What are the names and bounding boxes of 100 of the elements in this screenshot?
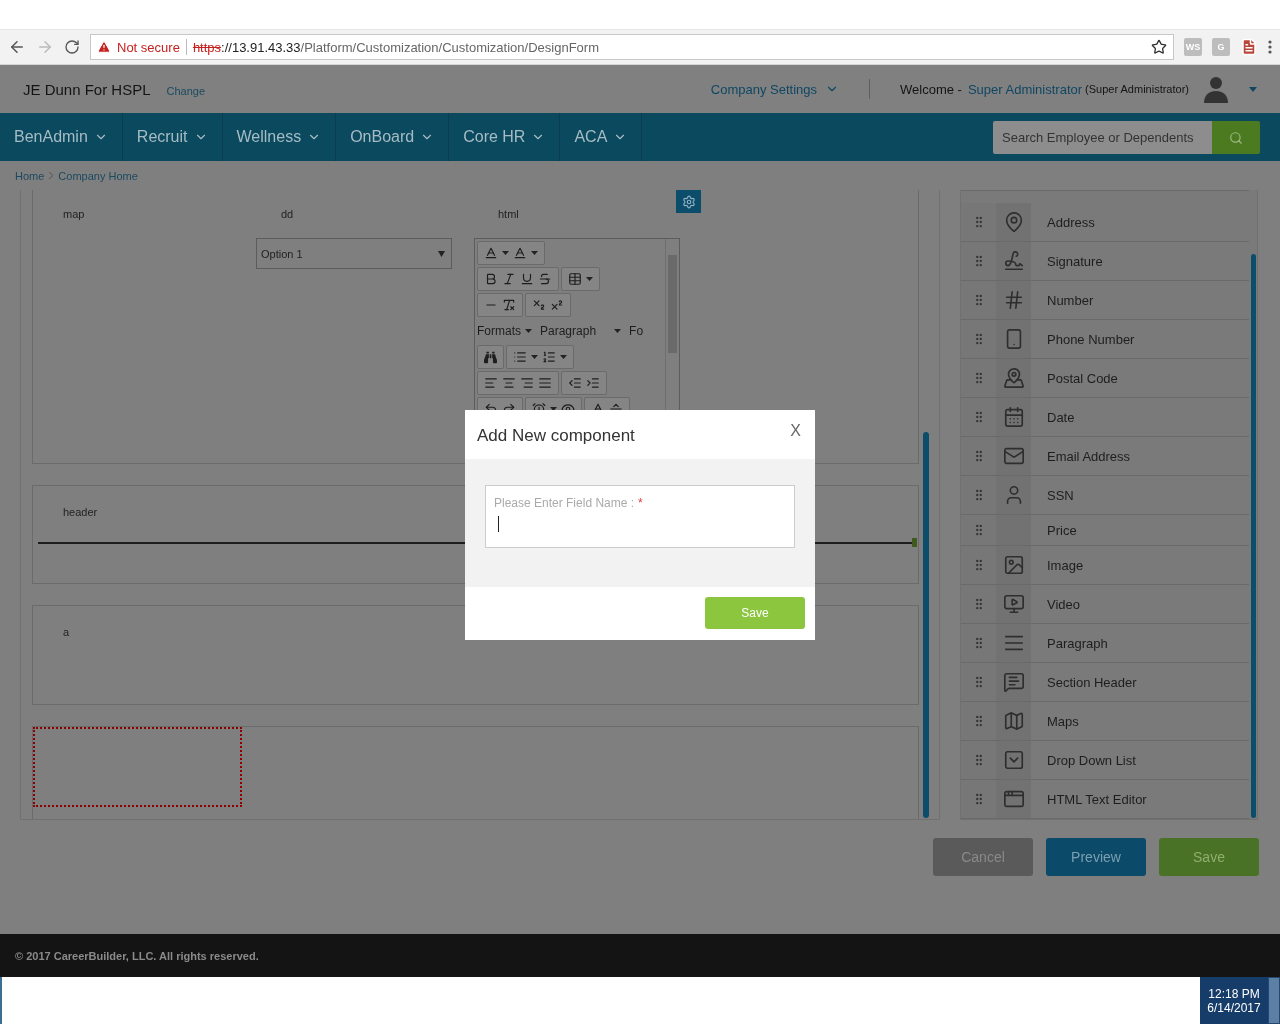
clear-format-icon (502, 298, 516, 312)
caret-icon[interactable] (1249, 86, 1257, 92)
caret-icon (525, 329, 532, 333)
company-name: JE Dunn For HSPL (23, 80, 151, 98)
text-color-tool[interactable] (477, 241, 545, 265)
warning-icon (97, 40, 111, 54)
text-bubble-icon (1002, 671, 1025, 693)
breadcrumb-link[interactable]: Home (15, 169, 45, 182)
align-center-icon (502, 376, 516, 390)
font-menu[interactable]: Fo (629, 319, 644, 343)
subscript-icon (532, 298, 546, 312)
caret-icon (531, 251, 538, 255)
component-item[interactable]: SSN (961, 476, 1249, 515)
search-button[interactable] (1212, 121, 1260, 154)
nav-menu-item[interactable]: ACA (560, 113, 643, 161)
taskbar-clock[interactable]: 12:18 PM 6/14/2017 (1200, 977, 1268, 1024)
close-button[interactable]: X (790, 422, 801, 440)
component-item[interactable]: Section Header (961, 663, 1249, 702)
calendar-icon (1002, 406, 1025, 428)
nav-menu-item[interactable]: Core HR (449, 113, 561, 161)
outdent-icon (568, 376, 582, 390)
justify-icon (538, 376, 552, 390)
indent-icon (586, 376, 600, 390)
table-icon (568, 272, 582, 286)
address-bar[interactable]: Not secure https://13.91.43.33/Platform/Customization/Customization/DesignForm (90, 34, 1174, 60)
map-icon (1002, 710, 1025, 732)
nav-menu-item[interactable]: OnBoard (336, 113, 450, 161)
nav-menu-item[interactable]: BenAdmin (0, 113, 123, 161)
show-desktop-button[interactable] (1268, 977, 1280, 1024)
forward-icon (36, 38, 54, 56)
search-icon (1229, 130, 1243, 145)
copyright-text: © 2017 CareerBuilder, LLC. All rights reserved. (15, 949, 259, 962)
menu-icon[interactable] (1268, 40, 1272, 54)
save-button[interactable]: Save (705, 597, 805, 629)
field-label: map (63, 208, 85, 220)
component-item[interactable]: Video (961, 585, 1249, 624)
caret-icon (586, 277, 593, 281)
image-icon (1002, 554, 1025, 576)
dropdown-icon (1002, 749, 1025, 771)
formats-menu[interactable]: Formats (477, 319, 532, 343)
caret-icon (502, 251, 509, 255)
caret-icon (438, 250, 445, 257)
envelope-icon (1002, 445, 1025, 467)
avatar-icon[interactable] (1201, 75, 1231, 103)
component-item[interactable]: Paragraph (961, 624, 1249, 663)
dialog-title: Add New component (477, 426, 635, 446)
search-field[interactable]: Search Employee or Dependents (993, 121, 1212, 154)
component-item[interactable]: Address (961, 203, 1249, 242)
block-format-menu[interactable]: Paragraph (540, 319, 622, 343)
save-button[interactable]: Save (1159, 838, 1259, 876)
pdf-icon[interactable] (1240, 38, 1258, 56)
superscript-icon (550, 298, 564, 312)
highlight-icon (513, 246, 527, 260)
component-item[interactable]: Maps (961, 702, 1249, 741)
settings-button[interactable] (676, 190, 701, 213)
component-item[interactable]: Number (961, 281, 1249, 320)
reload-icon (64, 39, 80, 55)
component-item[interactable]: Phone Number (961, 320, 1249, 359)
find-tool[interactable] (477, 345, 504, 369)
component-item[interactable]: HTML Text Editor (961, 780, 1249, 819)
resize-handle[interactable] (912, 537, 917, 547)
component-item[interactable]: Postal Code (961, 359, 1249, 398)
change-link[interactable]: Change (166, 85, 206, 97)
caret-icon (560, 355, 567, 359)
component-item[interactable]: Email Address (961, 437, 1249, 476)
user-name[interactable]: Super Administrator (967, 81, 1083, 97)
align-left-icon (484, 376, 498, 390)
caret-icon (531, 355, 538, 359)
security-label: Not secure (117, 39, 180, 55)
caret-icon (614, 329, 622, 333)
field-label: a (63, 626, 70, 639)
settings-icon (681, 194, 696, 209)
component-item[interactable]: Drop Down List (961, 741, 1249, 780)
component-item[interactable]: Signature (961, 242, 1249, 281)
window-icon (1002, 788, 1025, 810)
clear-tools[interactable] (477, 293, 523, 317)
nav-menu-item[interactable]: Wellness (222, 113, 337, 161)
scrollbar-thumb[interactable] (923, 432, 929, 818)
breadcrumb-link[interactable]: Company Home (58, 169, 138, 182)
field-label: dd (281, 208, 294, 220)
user-role: (Super Administrator) (1085, 83, 1189, 95)
numbered-list-icon (542, 350, 556, 364)
nav-menu-item[interactable]: Recruit (122, 113, 223, 161)
back-icon (8, 38, 26, 56)
field-label: header (63, 505, 98, 518)
format-tools[interactable] (477, 267, 559, 291)
dropdown-select[interactable]: Option 1 (256, 238, 452, 269)
preview-button[interactable]: Preview (1046, 838, 1146, 876)
scrollbar-thumb[interactable] (1251, 254, 1256, 818)
signature-icon (1002, 250, 1025, 272)
script-tools[interactable] (525, 293, 571, 317)
list-tools[interactable] (506, 345, 574, 369)
star-icon[interactable] (1151, 39, 1167, 55)
table-tool[interactable] (561, 267, 600, 291)
field-name-input[interactable]: Please Enter Field Name : * (485, 485, 795, 548)
company-settings-menu[interactable]: Company Settings (710, 81, 839, 97)
video-icon (1002, 593, 1025, 615)
component-item[interactable]: Price (961, 515, 1249, 546)
component-item[interactable]: Date (961, 398, 1249, 437)
component-item[interactable]: Image (961, 546, 1249, 585)
